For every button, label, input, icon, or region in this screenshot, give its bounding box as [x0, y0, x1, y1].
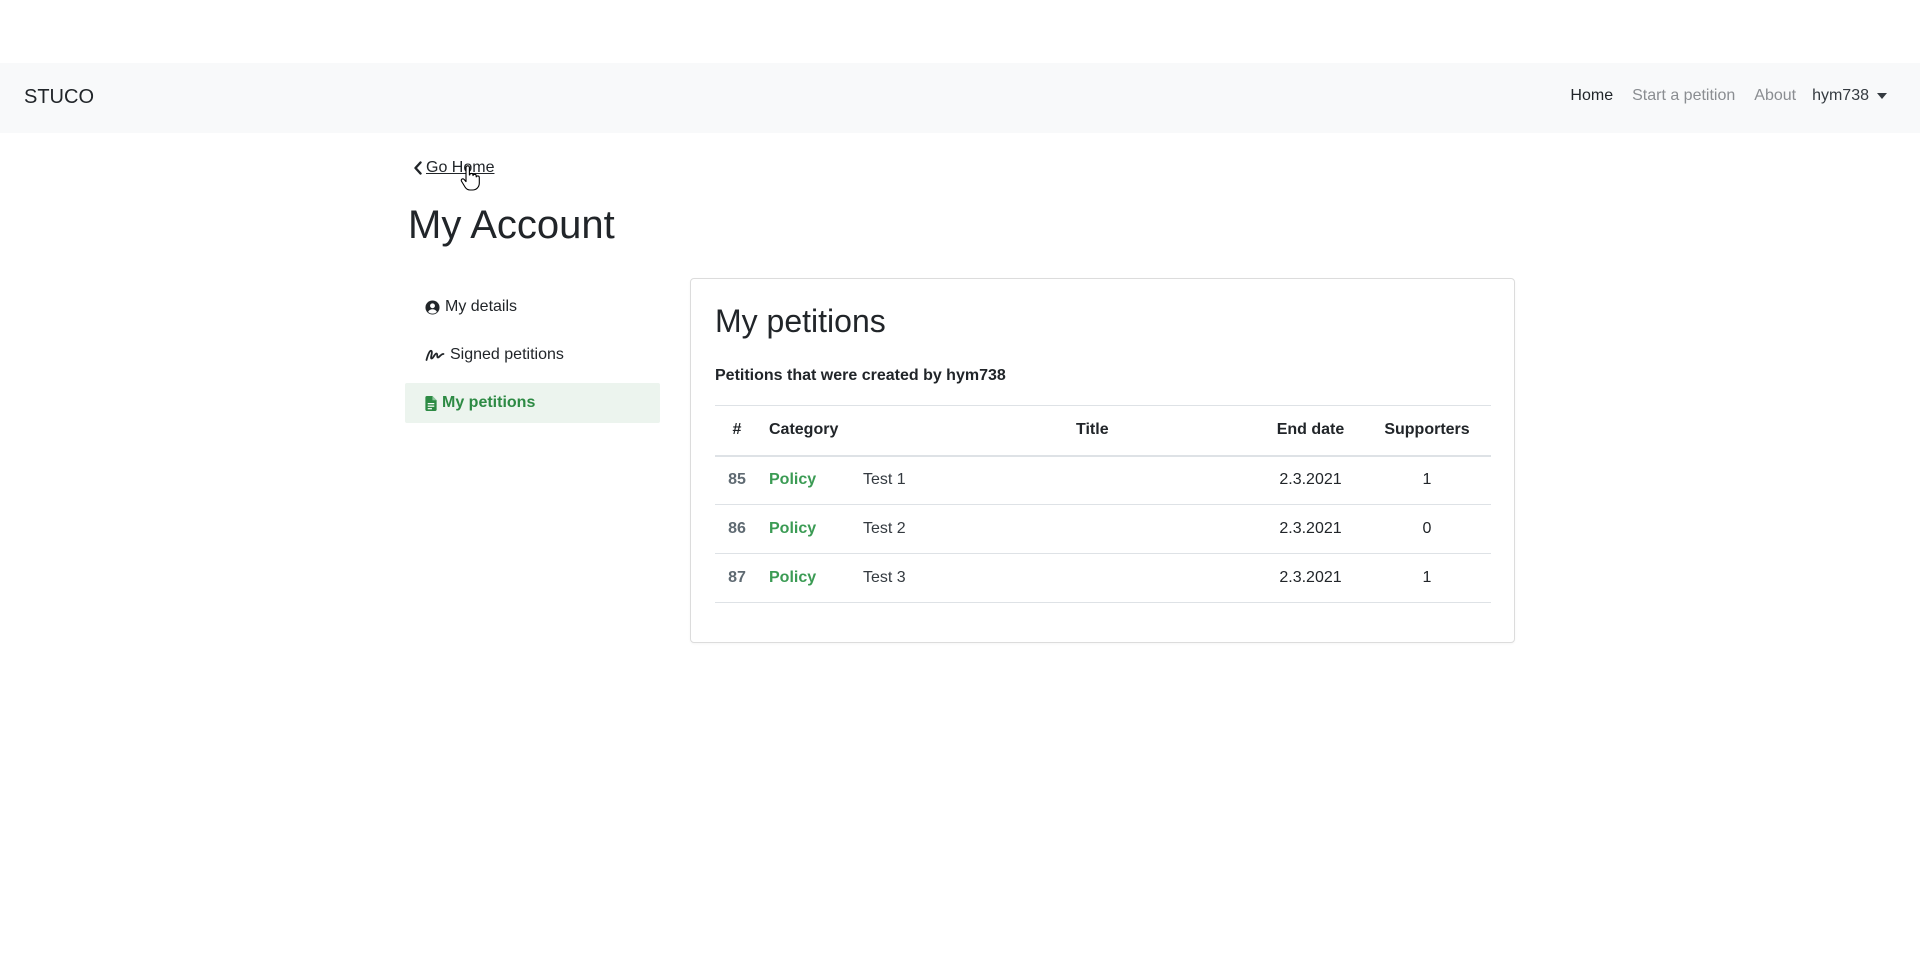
petition-end-date: 2.3.2021: [1258, 455, 1363, 505]
petition-category[interactable]: Policy: [759, 553, 853, 603]
petition-id: 85: [715, 455, 759, 505]
petition-title[interactable]: Test 1: [853, 455, 1258, 505]
card-subtitle: Petitions that were created by hym738: [715, 367, 1006, 384]
go-home-link[interactable]: Go Home: [413, 159, 494, 177]
table-header-row: # Category Title End date Supporters: [715, 405, 1491, 457]
nav-about-link[interactable]: About: [1754, 87, 1796, 105]
document-icon: [425, 395, 437, 411]
caret-down-icon: [1877, 93, 1887, 99]
petition-end-date: 2.3.2021: [1258, 504, 1363, 554]
column-header-title-label: Title: [1076, 421, 1109, 439]
chevron-left-icon: [414, 161, 422, 175]
nav-links: Home Start a petition About hym738: [1551, 87, 1887, 105]
petition-supporters: 1: [1363, 455, 1491, 505]
navbar: STUCO Home Start a petition About hym738: [0, 63, 1920, 133]
nav-start-petition-link[interactable]: Start a petition: [1632, 87, 1735, 105]
petition-title[interactable]: Test 2: [853, 504, 1258, 554]
column-header-title: Title: [853, 405, 1258, 457]
hand-pointer-cursor-icon: [460, 165, 480, 191]
column-header-end-date: End date: [1258, 405, 1363, 457]
sidebar-item-my-petitions[interactable]: My petitions: [405, 383, 660, 423]
nav-home-link[interactable]: Home: [1570, 87, 1613, 105]
petition-title[interactable]: Test 3: [853, 553, 1258, 603]
table-row[interactable]: 85 Policy Test 1 2.3.2021 1: [715, 455, 1491, 505]
column-header-number: #: [715, 405, 759, 457]
petition-id: 87: [715, 553, 759, 603]
petition-supporters: 0: [1363, 504, 1491, 554]
petition-category[interactable]: Policy: [759, 504, 853, 554]
sidebar-item-my-details[interactable]: My details: [405, 287, 660, 327]
petition-category[interactable]: Policy: [759, 455, 853, 505]
petition-supporters: 1: [1363, 553, 1491, 603]
account-sidebar: My details Signed petitions My petitions: [405, 287, 660, 431]
signature-icon: [425, 348, 445, 362]
user-dropdown[interactable]: hym738: [1812, 87, 1887, 105]
sidebar-item-label: My details: [445, 298, 518, 315]
sidebar-item-label: Signed petitions: [450, 346, 564, 363]
sidebar-item-label: My petitions: [442, 394, 536, 411]
page-title: My Account: [408, 203, 615, 247]
column-header-category: Category: [759, 405, 853, 457]
table-row[interactable]: 87 Policy Test 3 2.3.2021 1: [715, 553, 1491, 603]
column-header-supporters: Supporters: [1363, 405, 1491, 457]
petition-id: 86: [715, 504, 759, 554]
card-title: My petitions: [715, 303, 886, 339]
table-row[interactable]: 86 Policy Test 2 2.3.2021 0: [715, 504, 1491, 554]
petition-end-date: 2.3.2021: [1258, 553, 1363, 603]
petitions-card: My petitions Petitions that were created…: [690, 278, 1515, 643]
brand-link[interactable]: STUCO: [24, 86, 94, 109]
user-circle-icon: [425, 299, 440, 315]
petitions-table: # Category Title End date Supporters 85 …: [715, 405, 1491, 603]
sidebar-item-signed-petitions[interactable]: Signed petitions: [405, 335, 660, 375]
user-name: hym738: [1812, 87, 1869, 104]
